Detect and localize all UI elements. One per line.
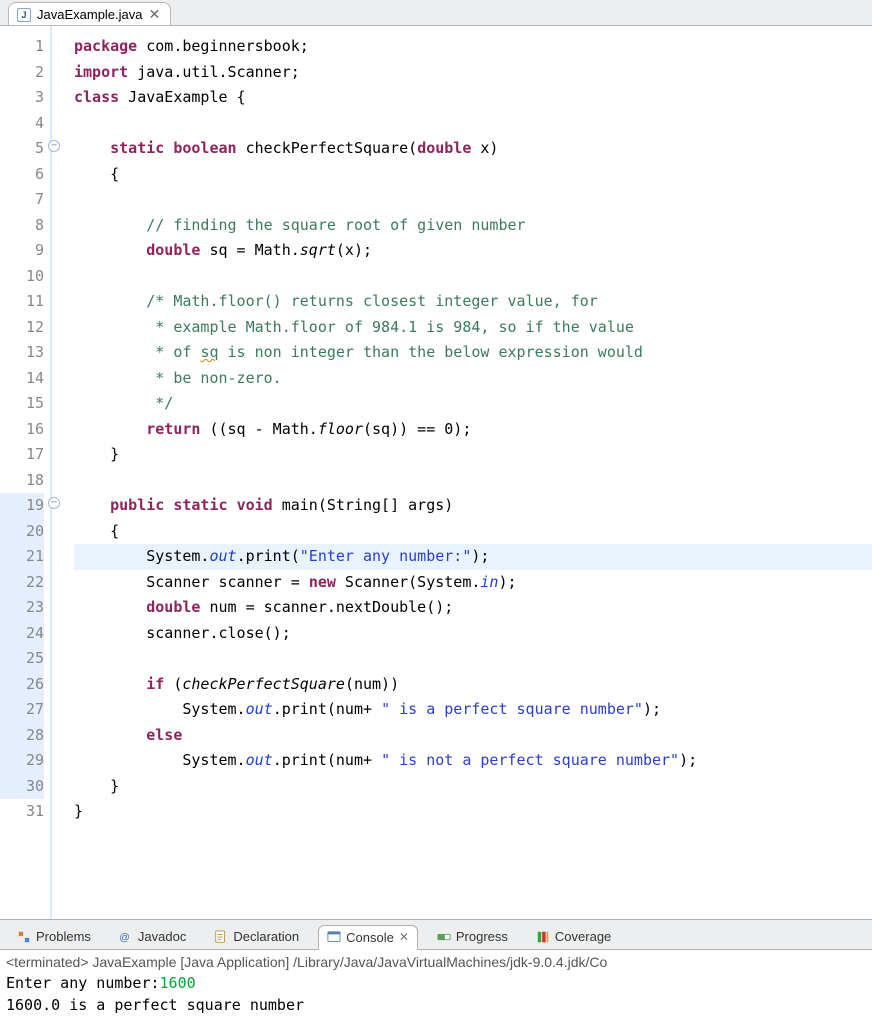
code-line[interactable] xyxy=(74,468,872,494)
code-line[interactable]: import java.util.Scanner; xyxy=(74,60,872,86)
bottom-tab-bar: Problems @ Javadoc Declaration Console ✕ Prog… xyxy=(0,920,872,950)
bottom-tab-label: Console xyxy=(346,930,394,945)
bottom-panel: Problems @ Javadoc Declaration Console ✕ Prog… xyxy=(0,919,872,1024)
code-line[interactable]: class JavaExample { xyxy=(74,85,872,111)
code-line[interactable]: } xyxy=(74,442,872,468)
progress-icon xyxy=(437,930,451,944)
code-line[interactable]: System.out.print(num+ " is a perfect squ… xyxy=(74,697,872,723)
code-line[interactable]: package com.beginnersbook; xyxy=(74,34,872,60)
bottom-tab-javadoc[interactable]: @ Javadoc xyxy=(110,924,195,949)
tab-close-icon[interactable]: ✕ xyxy=(149,6,161,23)
console-prompt: Enter any number: xyxy=(6,974,160,992)
bottom-tab-label: Javadoc xyxy=(138,929,186,944)
problems-icon xyxy=(17,930,31,944)
bottom-tab-label: Declaration xyxy=(233,929,299,944)
javadoc-icon: @ xyxy=(119,930,133,944)
console-output: 1600.0 is a perfect square number xyxy=(6,994,866,1016)
declaration-icon xyxy=(214,930,228,944)
bottom-tab-console[interactable]: Console ✕ xyxy=(318,925,418,950)
code-line[interactable]: * example Math.floor of 984.1 is 984, so… xyxy=(74,315,872,341)
close-icon[interactable]: ✕ xyxy=(399,930,409,944)
bottom-tab-problems[interactable]: Problems xyxy=(8,924,100,949)
code-line[interactable]: // finding the square root of given numb… xyxy=(74,213,872,239)
code-line[interactable]: public static void main(String[] args) xyxy=(74,493,872,519)
code-line[interactable]: { xyxy=(74,162,872,188)
bottom-tab-progress[interactable]: Progress xyxy=(428,924,517,949)
code-line[interactable]: static boolean checkPerfectSquare(double… xyxy=(74,136,872,162)
code-line[interactable]: System.out.print("Enter any number:"); xyxy=(74,544,872,570)
code-line[interactable]: if (checkPerfectSquare(num)) xyxy=(74,672,872,698)
code-line[interactable] xyxy=(74,111,872,137)
bottom-tab-label: Coverage xyxy=(555,929,611,944)
code-content[interactable]: package com.beginnersbook;import java.ut… xyxy=(52,26,872,919)
editor-tab[interactable]: J JavaExample.java ✕ xyxy=(8,2,171,25)
code-line[interactable]: * of sq is non integer than the below ex… xyxy=(74,340,872,366)
code-line[interactable]: } xyxy=(74,774,872,800)
console-view: <terminated> JavaExample [Java Applicati… xyxy=(0,950,872,1024)
code-line[interactable]: /* Math.floor() returns closest integer … xyxy=(74,289,872,315)
code-line[interactable]: Scanner scanner = new Scanner(System.in)… xyxy=(74,570,872,596)
line-gutter: 12345−678910111213141516171819−202122232… xyxy=(0,26,52,919)
code-line[interactable]: double sq = Math.sqrt(x); xyxy=(74,238,872,264)
code-line[interactable]: scanner.close(); xyxy=(74,621,872,647)
code-line[interactable]: } xyxy=(74,799,872,825)
code-line[interactable]: { xyxy=(74,519,872,545)
code-line[interactable] xyxy=(74,646,872,672)
editor-tab-bar: J JavaExample.java ✕ xyxy=(0,0,872,26)
code-line[interactable]: * be non-zero. xyxy=(74,366,872,392)
code-editor[interactable]: 12345−678910111213141516171819−202122232… xyxy=(0,26,872,919)
bottom-tab-label: Problems xyxy=(36,929,91,944)
console-input: 1600 xyxy=(160,974,196,992)
code-line[interactable]: double num = scanner.nextDouble(); xyxy=(74,595,872,621)
fold-toggle-icon[interactable]: − xyxy=(48,140,60,152)
bottom-tab-label: Progress xyxy=(456,929,508,944)
code-line[interactable]: System.out.print(num+ " is not a perfect… xyxy=(74,748,872,774)
code-line[interactable]: else xyxy=(74,723,872,749)
fold-toggle-icon[interactable]: − xyxy=(48,497,60,509)
coverage-icon xyxy=(536,930,550,944)
bottom-tab-declaration[interactable]: Declaration xyxy=(205,924,308,949)
bottom-tab-coverage[interactable]: Coverage xyxy=(527,924,620,949)
svg-text:@: @ xyxy=(119,931,130,943)
java-file-icon: J xyxy=(17,8,31,22)
code-line[interactable]: return ((sq - Math.floor(sq)) == 0); xyxy=(74,417,872,443)
code-line[interactable] xyxy=(74,264,872,290)
tab-filename: JavaExample.java xyxy=(37,7,143,22)
code-line[interactable] xyxy=(74,187,872,213)
console-icon xyxy=(327,930,341,944)
console-header: <terminated> JavaExample [Java Applicati… xyxy=(6,952,866,972)
code-line[interactable]: */ xyxy=(74,391,872,417)
